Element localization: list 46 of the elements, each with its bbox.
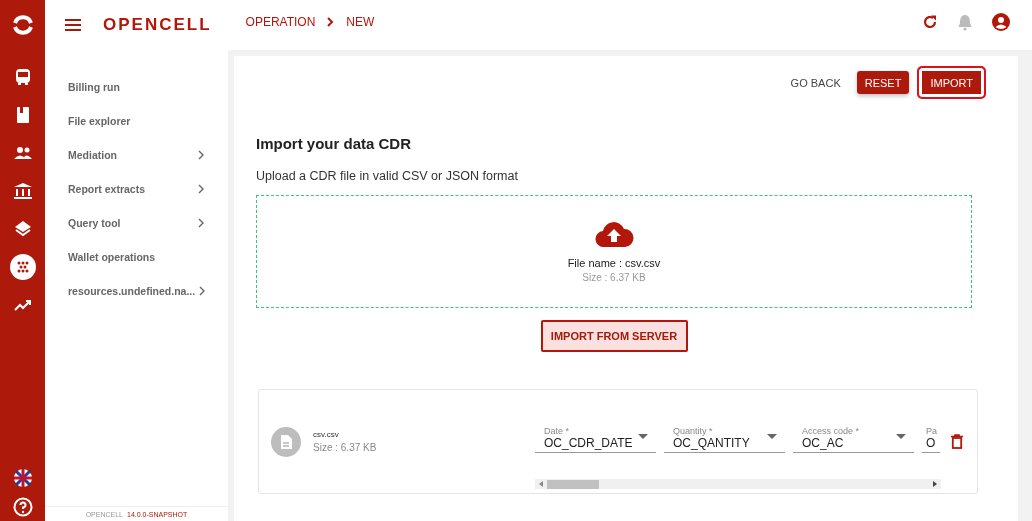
select-field[interactable]: Pa O bbox=[922, 426, 940, 453]
chevron-icon bbox=[198, 218, 204, 228]
select-field[interactable]: Access code * OC_AC bbox=[793, 426, 914, 453]
action-button[interactable]: RESET bbox=[856, 71, 910, 94]
dropdown-icon[interactable] bbox=[767, 434, 777, 439]
sidebar-item[interactable]: File explorer bbox=[45, 104, 228, 138]
sidebar-item[interactable]: Report extracts bbox=[45, 172, 228, 206]
account-icon[interactable] bbox=[992, 13, 1010, 31]
sidebar-item[interactable]: resources.undefined.na... bbox=[45, 274, 228, 308]
document-icon bbox=[271, 427, 301, 457]
file-name: csv.csv bbox=[313, 430, 340, 439]
scroll-left-icon[interactable] bbox=[539, 481, 543, 487]
trash-icon[interactable] bbox=[951, 434, 963, 449]
horizontal-scrollbar[interactable] bbox=[535, 479, 941, 489]
import-from-server-button[interactable]: IMPORT FROM SERVER bbox=[540, 320, 688, 352]
chevron-icon bbox=[199, 286, 206, 296]
breadcrumb-link[interactable]: OPERATION bbox=[245, 15, 316, 29]
sidebar-item[interactable]: Wallet operations bbox=[45, 240, 228, 274]
chevron-icon bbox=[198, 184, 204, 194]
dropdown-icon[interactable] bbox=[638, 434, 648, 439]
chevron-icon bbox=[327, 17, 335, 27]
action-button[interactable]: IMPORT bbox=[917, 66, 986, 99]
sidebar-item[interactable]: Billing run bbox=[45, 70, 228, 104]
select-field[interactable]: Date * OC_CDR_DATE bbox=[535, 426, 656, 453]
breadcrumb-link[interactable]: NEW bbox=[346, 15, 375, 29]
dropdown-icon[interactable] bbox=[896, 434, 906, 439]
sidebar-item[interactable]: Mediation bbox=[45, 138, 228, 172]
file-name: File name : csv.csv bbox=[567, 256, 661, 269]
scroll-right-icon[interactable] bbox=[933, 481, 937, 487]
select-field[interactable]: Quantity * OC_QANTITY bbox=[664, 426, 785, 453]
file-size: Size : 6.37 KB bbox=[313, 442, 378, 453]
flag-icon[interactable] bbox=[12, 468, 33, 488]
drop-zone[interactable]: File name : csv.csv Size : 6.37 KB bbox=[256, 195, 972, 308]
help-icon[interactable] bbox=[12, 497, 33, 517]
page-title: Import your data CDR bbox=[256, 135, 412, 152]
sidebar-item[interactable]: Query tool bbox=[45, 206, 228, 240]
dots-icon[interactable] bbox=[9, 254, 36, 280]
cloud-upload-icon bbox=[594, 220, 634, 247]
scroll-thumb[interactable] bbox=[547, 479, 599, 489]
back-link[interactable]: GO BACK bbox=[782, 71, 849, 94]
refresh-icon[interactable] bbox=[922, 14, 938, 30]
menu-icon[interactable] bbox=[65, 19, 81, 31]
page-subtitle: Upload a CDR file in valid CSV or JSON format bbox=[256, 169, 519, 183]
brand-logo: OPENCELL bbox=[103, 15, 212, 35]
file-size: Size : 6.37 KB bbox=[582, 271, 646, 283]
chevron-icon bbox=[198, 150, 204, 160]
